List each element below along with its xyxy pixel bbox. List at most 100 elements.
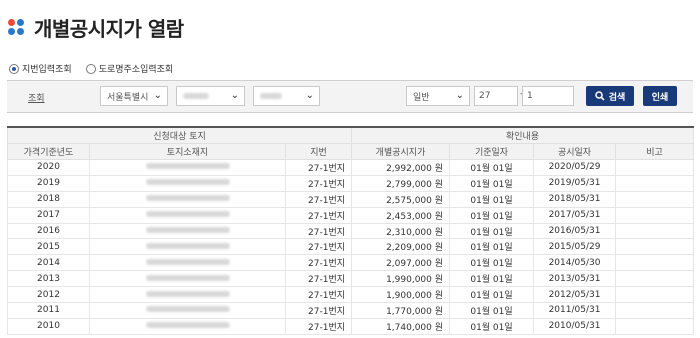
chevron-down-icon: ⌄ [230,90,239,101]
bunji-main-value: 27 [479,91,491,101]
search-button-label: 검색 [608,92,626,103]
blurred-address [145,274,230,281]
land-type-value: 일반 [413,92,430,103]
cell-price: 2,453,000 원 [351,206,451,224]
cell-base-date: 01월 01일 [449,159,535,176]
land-type-select[interactable]: 일반 ⌄ [406,86,470,106]
col-header-notice-date: 공시일자 [533,143,617,160]
cell-note [615,222,695,240]
blurred-address [145,227,230,233]
city-select[interactable]: 서울특별시 ⌄ [100,86,168,106]
group-header-confirmation: 확인내용 [351,126,695,144]
cell-note [615,206,695,224]
col-header-year: 가격기준년도 [7,143,90,160]
cell-base-date: 01월 01일 [449,238,535,256]
col-header-note: 비고 [615,143,695,160]
table-row: 2011 27-1번지 1,770,000 원 01월 01일 2011/05/31 [7,302,695,319]
blurred-address [145,258,230,265]
cell-base-date: 01월 01일 [449,286,535,304]
district-select[interactable]: ⌄ [176,86,245,106]
table-row: 2018 27-1번지 2,575,000 원 01월 01일 2018/05/31 [7,190,695,208]
cell-notice-date: 2012/05/31 [533,286,617,304]
cell-price: 2,799,000 원 [351,174,451,192]
bunji-main-input[interactable]: 27 [474,86,518,106]
table-row: 2013 27-1번지 1,990,000 원 01월 01일 2013/05/31 [7,270,695,288]
cell-location [89,302,286,319]
page-header: 개별공시지가 열람 [8,14,184,41]
cell-location [89,159,286,176]
group-header-row: 신청대상 토지 확인내용 [6,126,695,144]
search-bar: 조회 서울특별시 ⌄ ⌄ ⌄ 일반 ⌄ 27 - 1 검색 인쇄 [7,80,693,113]
cell-price: 1,900,000 원 [351,286,451,304]
cell-location [89,174,286,192]
dong-select[interactable]: ⌄ [253,86,320,106]
chevron-down-icon: ⌄ [305,90,314,101]
print-button[interactable]: 인쇄 [643,86,677,106]
cell-base-date: 01월 01일 [449,302,535,319]
cell-year: 2016 [7,222,90,240]
radio-unselected-icon[interactable] [85,63,96,74]
blurred-address [145,290,230,297]
cell-price: 2,209,000 원 [351,238,451,256]
radio-road-address[interactable]: 도로명주소입력조회 [85,62,173,75]
cell-year: 2018 [7,190,90,208]
search-label: 조회 [28,94,45,104]
table-row: 2019 27-1번지 2,799,000 원 01월 01일 2019/05/31 [7,174,695,192]
logo-dots-icon [8,19,24,35]
cell-notice-date: 2011/05/31 [533,302,617,319]
cell-notice-date: 2019/05/31 [533,174,617,192]
cell-year: 2011 [7,302,90,319]
cell-jibun: 27-1번지 [284,317,353,335]
chevron-down-icon: ⌄ [153,90,162,101]
cell-location [89,286,286,304]
cell-notice-date: 2020/05/29 [533,159,617,176]
table-row: 2020 27-1번지 2,992,000 원 01월 01일 2020/05/29 [7,159,695,176]
cell-notice-date: 2017/05/31 [533,206,617,224]
blurred-address [145,211,230,218]
bunji-sub-input[interactable]: 1 [522,86,574,106]
cell-year: 2012 [7,286,90,304]
blurred-district-value [183,93,209,99]
cell-base-date: 01월 01일 [449,317,535,335]
cell-year: 2014 [7,254,90,272]
cell-jibun: 27-1번지 [284,222,353,240]
cell-jibun: 27-1번지 [284,238,353,256]
blurred-address [145,322,230,329]
cell-year: 2019 [7,174,90,192]
cell-notice-date: 2010/05/31 [533,317,617,335]
cell-location [89,206,286,224]
table-row: 2015 27-1번지 2,209,000 원 01월 01일 2015/05/29 [7,238,695,256]
col-header-price: 개별공시지가 [351,143,451,160]
cell-notice-date: 2018/05/31 [533,190,617,208]
radio-selected-icon[interactable] [9,63,19,74]
search-button[interactable]: 검색 [586,86,634,106]
cell-note [615,286,695,304]
table-row: 2016 27-1번지 2,310,000 원 01월 01일 2016/05/31 [7,222,695,240]
cell-location [89,270,286,288]
cell-base-date: 01월 01일 [449,270,535,288]
cell-price: 2,097,000 원 [351,254,451,272]
cell-jibun: 27-1번지 [284,174,353,192]
cell-location [89,317,286,335]
cell-jibun: 27-1번지 [284,159,353,176]
cell-note [615,302,695,319]
cell-jibun: 27-1번지 [284,302,353,319]
cell-jibun: 27-1번지 [284,206,353,224]
cell-note [615,159,695,176]
cell-price: 2,310,000 원 [351,222,451,240]
cell-notice-date: 2013/05/31 [533,270,617,288]
blurred-address [145,163,230,170]
table-row: 2012 27-1번지 1,900,000 원 01월 01일 2012/05/31 [7,286,695,304]
cell-location [89,190,286,208]
col-header-base-date: 기준일자 [449,143,535,160]
cell-year: 2010 [7,317,90,335]
cell-note [615,317,695,335]
radio-jibun[interactable]: 지번입력조회 [9,62,72,75]
search-mode-radios: 지번입력조회 도로명주소입력조회 [9,62,187,75]
blurred-address [145,195,230,202]
chevron-down-icon: ⌄ [455,90,464,101]
radio-jibun-label: 지번입력조회 [22,65,72,75]
cell-note [615,190,695,208]
cell-base-date: 01월 01일 [449,254,535,272]
table-row: 2014 27-1번지 2,097,000 원 01월 01일 2014/05/30 [7,254,695,272]
